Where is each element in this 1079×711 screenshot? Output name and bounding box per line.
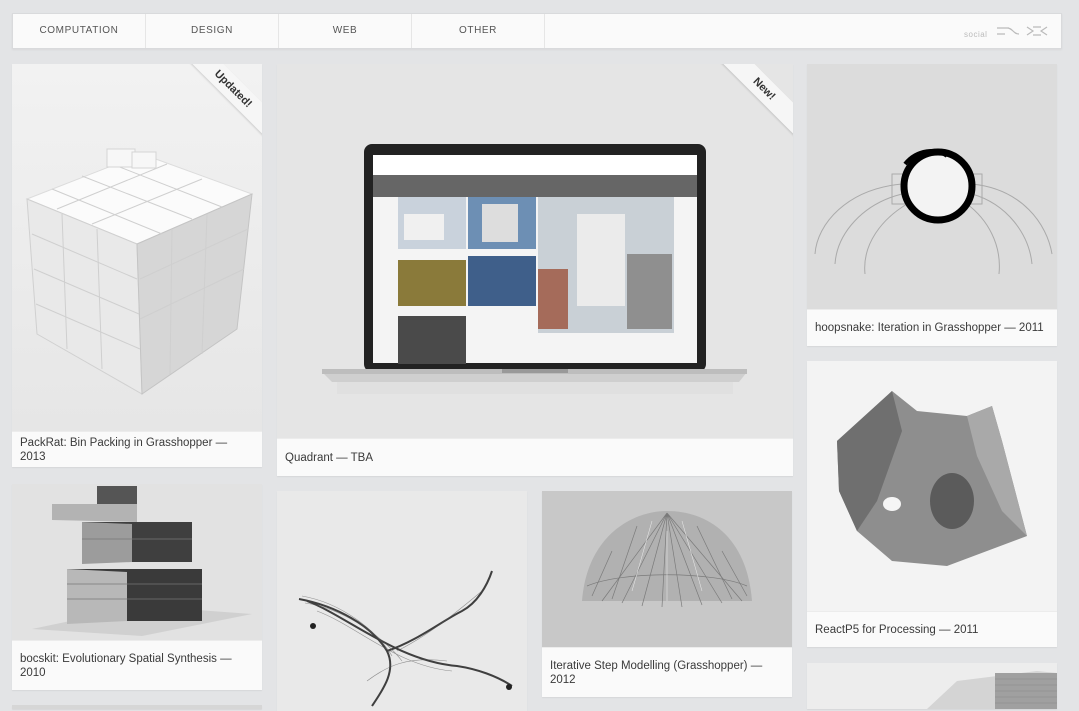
project-card-hoopsnake[interactable]: hoopsnake: Iteration in Grasshopper — 20… [807,64,1057,346]
wireframe-thumbnail [277,491,527,711]
hoopsnake-caption: hoopsnake: Iteration in Grasshopper — 20… [807,309,1057,346]
code-icon[interactable] [1025,25,1049,37]
project-card-packrat[interactable]: Updated! PackRat: Bin Packing in Grassho… [12,64,262,467]
cube-packing-image [12,64,262,431]
project-card-reactp5[interactable]: ReactP5 for Processing — 2011 [807,361,1057,647]
iterative-caption: Iterative Step Modelling (Grasshopper) —… [542,647,792,697]
reactp5-caption: ReactP5 for Processing — 2011 [807,611,1057,647]
project-card-bocskit[interactable]: bocskit: Evolutionary Spatial Synthesis … [12,484,262,690]
project-card-quadrant[interactable]: New! Quadrant — TBA [277,64,793,476]
nav-design[interactable]: DESIGN [146,14,279,48]
iterative-thumbnail [542,491,792,647]
stacked-blocks-image [12,484,262,640]
nav-web[interactable]: WEB [279,14,412,48]
project-card-wireframe[interactable] [277,491,527,711]
link-icon[interactable] [995,25,1021,37]
bocskit-thumbnail [12,484,262,640]
reactp5-thumbnail [807,361,1057,611]
project-card-iterative[interactable]: Iterative Step Modelling (Grasshopper) —… [542,491,792,697]
mesh-blob-image [807,361,1057,611]
social-label: social [964,30,988,39]
project-card-partial[interactable] [807,663,1057,709]
packrat-caption: PackRat: Bin Packing in Grasshopper — 20… [12,431,262,467]
wire-mesh-image [277,491,527,711]
building-thumbnail [807,663,1057,709]
hair-dome-image [542,491,792,647]
packrat-thumbnail [12,64,262,431]
nav-other[interactable]: OTHER [412,14,545,48]
hoop-diagram-image [807,64,1057,309]
bocskit-caption: bocskit: Evolutionary Spatial Synthesis … [12,640,262,690]
top-nav: COMPUTATION DESIGN WEB OTHER social [12,13,1062,49]
quadrant-caption: Quadrant — TBA [277,438,793,476]
nav-computation[interactable]: COMPUTATION [13,14,146,48]
social-links: social [964,24,987,42]
project-card-partial-left[interactable] [12,705,262,709]
hoopsnake-thumbnail [807,64,1057,309]
quadrant-thumbnail [277,64,793,438]
laptop-image [277,64,793,438]
